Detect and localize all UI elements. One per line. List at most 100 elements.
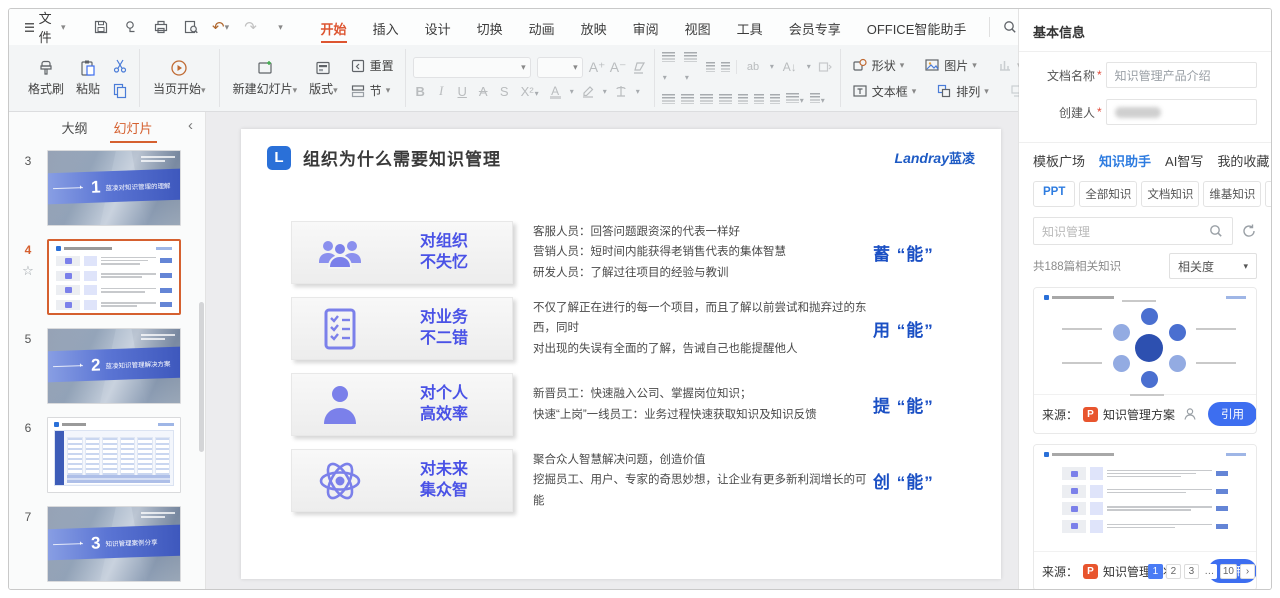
play-from-page-button[interactable]: 当页开始▾ — [147, 57, 212, 99]
clear-format-icon[interactable] — [631, 60, 647, 76]
current-slide[interactable]: L 组织为什么需要知识管理 Landray蓝凌 — [241, 129, 1001, 579]
bullets-button[interactable]: ▾ — [662, 49, 678, 85]
row-business: 对业务不二错 不仅了解正在进行的每一个项目，而且了解以前尝试和抛弃过的东西，同时… — [291, 297, 961, 360]
tab-animation[interactable]: 动画 — [516, 10, 568, 45]
paragraph-spacing-button[interactable]: ▾ — [786, 90, 804, 108]
font-color-button[interactable]: A — [548, 84, 563, 98]
chip-ppt[interactable]: PPT — [1033, 181, 1075, 207]
tab-insert[interactable]: 插入 — [360, 10, 412, 45]
redo-button[interactable]: ↷ — [238, 15, 264, 39]
superscript-button[interactable]: X²▾ — [518, 84, 542, 99]
font-size-select[interactable]: ▾ — [537, 57, 583, 78]
tab-view[interactable]: 视图 — [672, 10, 724, 45]
page-10[interactable]: 10 — [1220, 564, 1237, 579]
tab-template-market[interactable]: 模板广场 — [1033, 151, 1085, 170]
change-case-button[interactable]: ab — [743, 61, 763, 73]
tab-slideshow[interactable]: 放映 — [568, 10, 620, 45]
slide-thumbnail-5[interactable]: 5 2 蓝凌知识管理解决方案 — [9, 328, 205, 404]
arrange-button[interactable]: 排列▾ — [932, 81, 993, 102]
search-input[interactable] — [1042, 224, 1208, 238]
source-doc-name[interactable]: 知识管理方案 — [1103, 406, 1175, 423]
undo-button[interactable]: ↶ ▾ — [208, 15, 234, 39]
convert-icon[interactable] — [817, 59, 833, 75]
tab-tools[interactable]: 工具 — [724, 10, 776, 45]
tab-home[interactable]: 开始 — [308, 10, 360, 45]
reset-button[interactable]: 重置 — [346, 55, 398, 76]
picture-button[interactable]: 图片▾ — [920, 55, 981, 76]
shapes-button[interactable]: 形状▾ — [848, 55, 909, 76]
doc-name-input[interactable]: 知识管理产品介绍 — [1106, 62, 1257, 88]
increase-font-button[interactable]: A⁺ — [589, 59, 604, 76]
cite-button[interactable]: 引用 — [1208, 402, 1257, 426]
decrease-font-button[interactable]: A⁻ — [610, 59, 625, 76]
paste-button[interactable]: 粘贴 — [70, 57, 106, 99]
tab-member[interactable]: 会员专享 — [776, 10, 854, 45]
collapse-panel-button[interactable]: ‹ — [188, 117, 193, 134]
knowledge-card-1[interactable]: 来源： P 知识管理方案 引用 — [1033, 287, 1257, 434]
decrease-indent-button[interactable] — [706, 62, 715, 72]
phonetic-guide-icon[interactable] — [613, 83, 629, 99]
font-name-select[interactable]: ▾ — [413, 57, 531, 78]
search-icon[interactable] — [1208, 223, 1224, 239]
export-button[interactable] — [118, 15, 144, 39]
slide-thumbnail-6[interactable]: 6 — [9, 417, 205, 493]
tab-ai-writing[interactable]: AI智写 — [1165, 151, 1203, 170]
knowledge-search-box[interactable] — [1033, 217, 1233, 245]
creator-input[interactable] — [1106, 99, 1257, 125]
chip-all-knowledge[interactable]: 全部知识 — [1079, 181, 1137, 207]
tab-slides[interactable]: 幻灯片 — [112, 113, 155, 142]
textbox-button[interactable]: 文本框▾ — [848, 81, 921, 102]
tab-ai-assistant[interactable]: OFFICE智能助手 — [854, 10, 980, 45]
slide-thumbnail-3[interactable]: 3 1 蓝凌对知识管理的理解 — [9, 150, 205, 226]
paragraph-layout-button[interactable]: ▾ — [810, 90, 825, 108]
highlight-icon[interactable] — [580, 83, 596, 99]
line-spacing-button[interactable] — [754, 94, 764, 104]
slide-number: 5 — [25, 332, 32, 346]
tab-design[interactable]: 设计 — [412, 10, 464, 45]
refresh-button[interactable] — [1241, 223, 1257, 239]
bold-button[interactable]: B — [413, 84, 428, 99]
numbering-button[interactable]: ▾ — [684, 49, 700, 85]
slide-thumbnail-7[interactable]: 7 3 知识管理案例分享 — [9, 506, 205, 582]
chip-wiki-knowledge[interactable]: 维基知识 — [1203, 181, 1261, 207]
column-button[interactable] — [770, 94, 780, 104]
tab-review[interactable]: 审阅 — [620, 10, 672, 45]
distribute-button[interactable] — [738, 94, 748, 104]
copy-button[interactable] — [108, 80, 132, 100]
chip-doc-knowledge[interactable]: 文档知识 — [1141, 181, 1199, 207]
chip-atom-knowledge[interactable]: 原子知识 — [1265, 181, 1271, 207]
format-painter-button[interactable]: 格式刷 — [22, 57, 70, 99]
text-direction-button[interactable]: A↓ — [780, 60, 800, 74]
tab-transition[interactable]: 切换 — [464, 10, 516, 45]
strikethrough-button[interactable]: A — [476, 84, 491, 99]
customize-quickbar-button[interactable]: ▾ — [268, 15, 294, 39]
ribbon-search-button[interactable] — [989, 17, 1018, 37]
underline-button[interactable]: U — [455, 84, 470, 99]
page-2[interactable]: 2 — [1166, 564, 1181, 579]
tab-outline[interactable]: 大纲 — [59, 113, 89, 142]
section-button[interactable]: 节▾ — [346, 80, 398, 101]
sort-dropdown[interactable]: 相关度 ▾ — [1169, 253, 1257, 279]
align-right-button[interactable] — [700, 94, 713, 104]
layout-button[interactable]: 版式▾ — [303, 57, 344, 99]
file-menu[interactable]: 文件 ▾ — [19, 8, 72, 46]
tab-knowledge-assistant[interactable]: 知识助手 — [1099, 151, 1151, 170]
text-shadow-button[interactable]: S — [497, 84, 512, 99]
next-page-button[interactable]: › — [1240, 564, 1255, 579]
star-icon[interactable]: ☆ — [22, 263, 34, 279]
save-button[interactable] — [88, 15, 114, 39]
print-preview-button[interactable] — [178, 15, 204, 39]
justify-button[interactable] — [719, 94, 732, 104]
print-button[interactable] — [148, 15, 174, 39]
cut-button[interactable] — [108, 56, 132, 76]
increase-indent-button[interactable] — [721, 62, 730, 72]
tab-my-favorites[interactable]: 我的收藏 — [1217, 151, 1269, 170]
page-1[interactable]: 1 — [1148, 564, 1163, 579]
slide-thumbnail-4-selected[interactable]: 4 ☆ — [9, 239, 205, 315]
align-center-button[interactable] — [681, 94, 694, 104]
new-slide-button[interactable]: 新建幻灯片▾ — [227, 57, 304, 99]
italic-button[interactable]: I — [434, 83, 449, 99]
page-3[interactable]: 3 — [1184, 564, 1199, 579]
align-left-button[interactable] — [662, 94, 675, 104]
thumbnail-scrollbar[interactable] — [199, 302, 204, 452]
